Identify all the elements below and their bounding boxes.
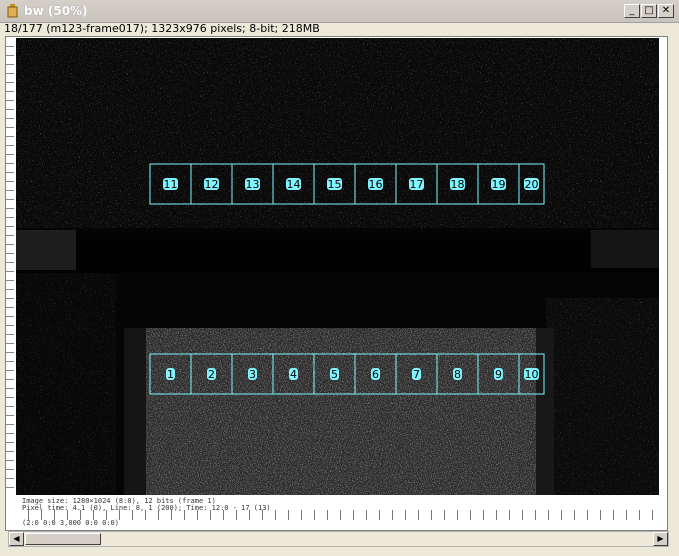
roi-top-label-15: 15 [328, 178, 342, 191]
image-view[interactable]: 11 12 13 14 15 16 17 18 19 201 2 3 4 5 6 7 8 9 10 [16, 38, 659, 495]
roi-top-label-17: 17 [410, 178, 424, 191]
roi-top-label-14: 14 [287, 178, 301, 191]
window-icon [7, 4, 18, 18]
scroll-left-icon[interactable]: ◀ [9, 532, 24, 546]
roi-top-label-18: 18 [451, 178, 465, 191]
window-title: bw (50%) [24, 4, 88, 18]
maximize-button[interactable]: □ [641, 4, 657, 18]
image-canvas[interactable]: 11 12 13 14 15 16 17 18 19 20 1 2 3 4 5 6 7 8 9 10 [16, 38, 659, 495]
close-button[interactable]: ✕ [658, 4, 674, 18]
horizontal-scrollbar[interactable]: ◀ ▶ [8, 531, 669, 547]
roi-bottom-label-3: 3 [249, 368, 256, 381]
scroll-right-icon[interactable]: ▶ [653, 532, 668, 546]
roi-bottom-label-1: 1 [167, 368, 174, 381]
roi-bottom-label-9: 9 [495, 368, 502, 381]
scrollbar-thumb[interactable] [25, 533, 101, 545]
roi-top-label-13: 13 [246, 178, 260, 191]
roi-bottom-label-5: 5 [331, 368, 338, 381]
roi-bottom-label-2: 2 [208, 368, 215, 381]
roi-bottom-label-4: 4 [290, 368, 297, 381]
roi-bottom-label-8: 8 [454, 368, 461, 381]
roi-bottom-label-6: 6 [372, 368, 379, 381]
roi-bottom-label-7: 7 [413, 368, 420, 381]
roi-bottom-label-10: 10 [525, 368, 539, 381]
left-ruler [6, 38, 14, 495]
roi-top-label-20: 20 [525, 178, 539, 191]
roi-top-label-11: 11 [164, 178, 178, 191]
roi-top-label-12: 12 [205, 178, 219, 191]
minimize-button[interactable]: _ [624, 4, 640, 18]
bottom-caption-line-3: (2:0 0:0 3,000 0:0 0:0) [22, 519, 119, 527]
bottom-caption-line-2: Pixel time: 4.1 (0), Line: 8, 1 (200); T… [22, 504, 271, 512]
title-bar: bw (50%) _ □ ✕ [0, 0, 679, 23]
image-info-text: 18/177 (m123-frame017); 1323x976 pixels;… [4, 22, 320, 35]
roi-top-label-16: 16 [369, 178, 383, 191]
roi-top-label-19: 19 [492, 178, 506, 191]
